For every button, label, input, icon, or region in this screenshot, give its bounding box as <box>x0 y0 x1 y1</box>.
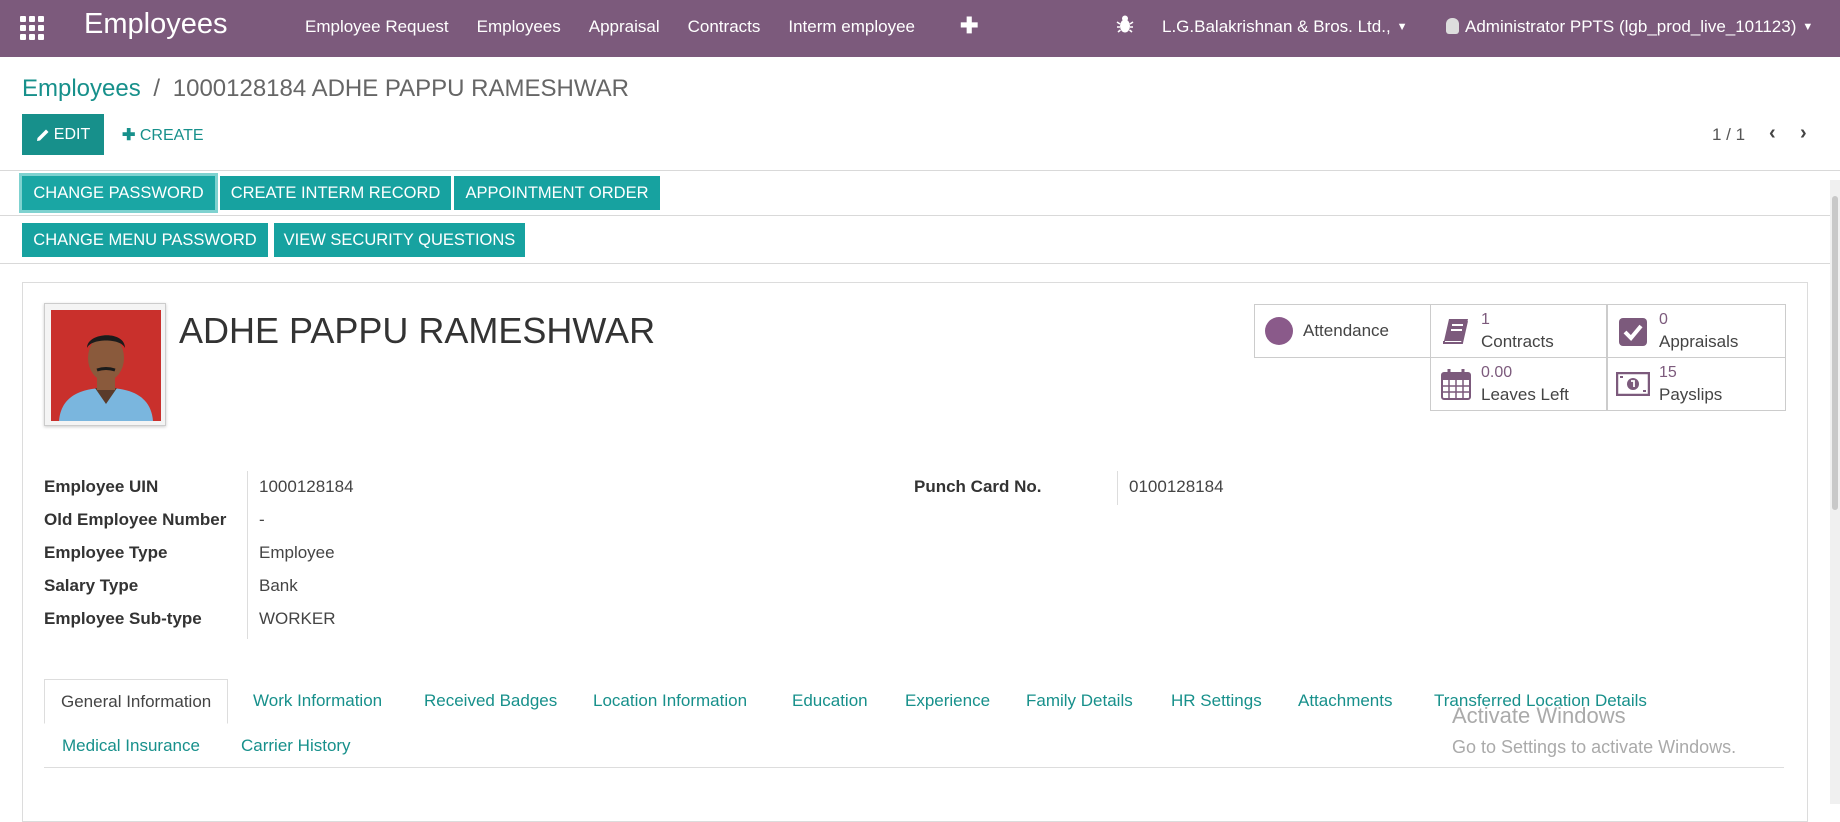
appraisals-stat-button[interactable]: 0 Appraisals <box>1607 304 1786 358</box>
pager-value: 1 / 1 <box>1712 125 1746 144</box>
user-menu[interactable]: Administrator PPTS (lgb_prod_live_101123… <box>1446 17 1813 37</box>
leaves-stat-button[interactable]: 0.00 Leaves Left <box>1430 357 1607 411</box>
edit-label: EDIT <box>53 125 91 143</box>
chevron-right-icon[interactable]: › <box>1800 122 1807 145</box>
divider <box>0 215 1840 216</box>
calendar-icon <box>1441 369 1471 400</box>
plus-icon: ✚ <box>122 127 136 144</box>
main-menu: Employee Request Employees Appraisal Con… <box>305 17 943 37</box>
contracts-stat-button[interactable]: 1 Contracts <box>1430 304 1607 358</box>
tab-education[interactable]: Education <box>792 691 868 711</box>
field-separator <box>1117 471 1118 505</box>
contracts-count: 1 <box>1481 311 1490 328</box>
divider <box>0 263 1840 264</box>
edit-button[interactable]: EDIT <box>22 114 104 155</box>
employee-type-label: Employee Type <box>44 543 168 562</box>
tab-work-information[interactable]: Work Information <box>253 691 382 711</box>
salary-type-label: Salary Type <box>44 576 139 595</box>
caret-down-icon: ▼ <box>1802 21 1814 33</box>
contracts-label: Contracts <box>1481 332 1554 351</box>
breadcrumb-current: 1000128184 ADHE PAPPU RAMESHWAR <box>172 75 629 102</box>
apps-menu-icon[interactable] <box>20 16 44 40</box>
tab-family-details[interactable]: Family Details <box>1026 691 1133 711</box>
create-label: CREATE <box>139 127 204 144</box>
old-employee-number-value: - <box>259 510 265 529</box>
tab-received-badges[interactable]: Received Badges <box>424 691 557 711</box>
tab-attachments[interactable]: Attachments <box>1298 691 1393 711</box>
view-security-questions-button[interactable]: VIEW SECURITY QUESTIONS <box>274 223 525 257</box>
attendance-status-icon <box>1265 317 1293 345</box>
appraisals-count: 0 <box>1659 311 1668 328</box>
payslips-count: 15 <box>1659 364 1677 381</box>
activation-watermark-subtitle: Go to Settings to activate Windows. <box>1452 737 1737 757</box>
leaves-label: Leaves Left <box>1481 385 1569 404</box>
pencil-icon <box>36 129 49 141</box>
menu-appraisal[interactable]: Appraisal <box>589 17 660 37</box>
breadcrumb-employees-link[interactable]: Employees <box>22 75 141 102</box>
employee-name: ADHE PAPPU RAMESHWAR <box>179 310 656 351</box>
add-menu-icon[interactable]: ✚ <box>960 13 978 39</box>
punch-card-label: Punch Card No. <box>914 477 1042 496</box>
user-avatar-icon <box>1446 18 1459 34</box>
tabs-divider <box>44 767 1784 768</box>
activation-watermark-title: Activate Windows <box>1452 703 1626 728</box>
payslips-label: Payslips <box>1659 385 1723 404</box>
money-bill-icon <box>1616 372 1650 396</box>
employee-type-value: Employee <box>259 543 335 562</box>
payslips-stat-button[interactable]: 15 Payslips <box>1607 357 1786 411</box>
tab-experience[interactable]: Experience <box>905 691 990 711</box>
employee-subtype-value: WORKER <box>259 609 336 628</box>
attendance-stat-button[interactable]: Attendance <box>1254 304 1431 358</box>
menu-employee-request[interactable]: Employee Request <box>305 17 449 37</box>
menu-interm-employee[interactable]: Interm employee <box>788 17 915 37</box>
divider <box>0 170 1840 171</box>
employee-uin-label: Employee UIN <box>44 477 159 496</box>
company-switcher[interactable]: L.G.Balakrishnan & Bros. Ltd., ▼ <box>1162 17 1408 37</box>
page-scrollbar[interactable] <box>1830 180 1840 804</box>
app-title: Employees <box>84 8 228 40</box>
company-name: L.G.Balakrishnan & Bros. Ltd., <box>1162 17 1391 36</box>
check-square-icon <box>1619 318 1647 346</box>
tab-general-information[interactable]: General Information <box>44 679 229 724</box>
change-password-button[interactable]: CHANGE PASSWORD <box>22 176 215 210</box>
appointment-order-button[interactable]: APPOINTMENT ORDER <box>454 176 660 210</box>
employee-subtype-label: Employee Sub-type <box>44 609 202 628</box>
scrollbar-thumb[interactable] <box>1832 196 1838 510</box>
field-separator <box>247 471 248 639</box>
tab-location-information[interactable]: Location Information <box>593 691 747 711</box>
book-icon <box>1443 319 1468 344</box>
top-navbar: Employees Employee Request Employees App… <box>0 0 1840 57</box>
punch-card-value: 0100128184 <box>1129 477 1224 496</box>
user-name: Administrator PPTS (lgb_prod_live_101123… <box>1465 17 1797 36</box>
tab-carrier-history[interactable]: Carrier History <box>241 736 351 756</box>
menu-contracts[interactable]: Contracts <box>688 17 761 37</box>
change-menu-password-button[interactable]: CHANGE MENU PASSWORD <box>22 223 268 257</box>
breadcrumb: Employees / 1000128184 ADHE PAPPU RAMESH… <box>22 75 629 103</box>
attendance-label: Attendance <box>1303 321 1390 340</box>
breadcrumb-separator: / <box>153 75 161 102</box>
leaves-count: 0.00 <box>1481 364 1513 381</box>
debug-bug-icon[interactable] <box>1116 14 1134 40</box>
create-button[interactable]: ✚ CREATE <box>122 125 204 145</box>
tab-hr-settings[interactable]: HR Settings <box>1171 691 1262 711</box>
menu-employees[interactable]: Employees <box>477 17 561 37</box>
salary-type-value: Bank <box>259 576 298 595</box>
old-employee-number-label: Old Employee Number <box>44 510 227 529</box>
employee-photo[interactable] <box>44 303 166 426</box>
caret-down-icon: ▼ <box>1396 21 1408 33</box>
tab-medical-insurance[interactable]: Medical Insurance <box>62 736 200 756</box>
appraisals-label: Appraisals <box>1659 332 1739 351</box>
create-interm-record-button[interactable]: CREATE INTERM RECORD <box>220 176 451 210</box>
employee-uin-value: 1000128184 <box>259 477 354 496</box>
chevron-left-icon[interactable]: ‹ <box>1769 122 1776 145</box>
